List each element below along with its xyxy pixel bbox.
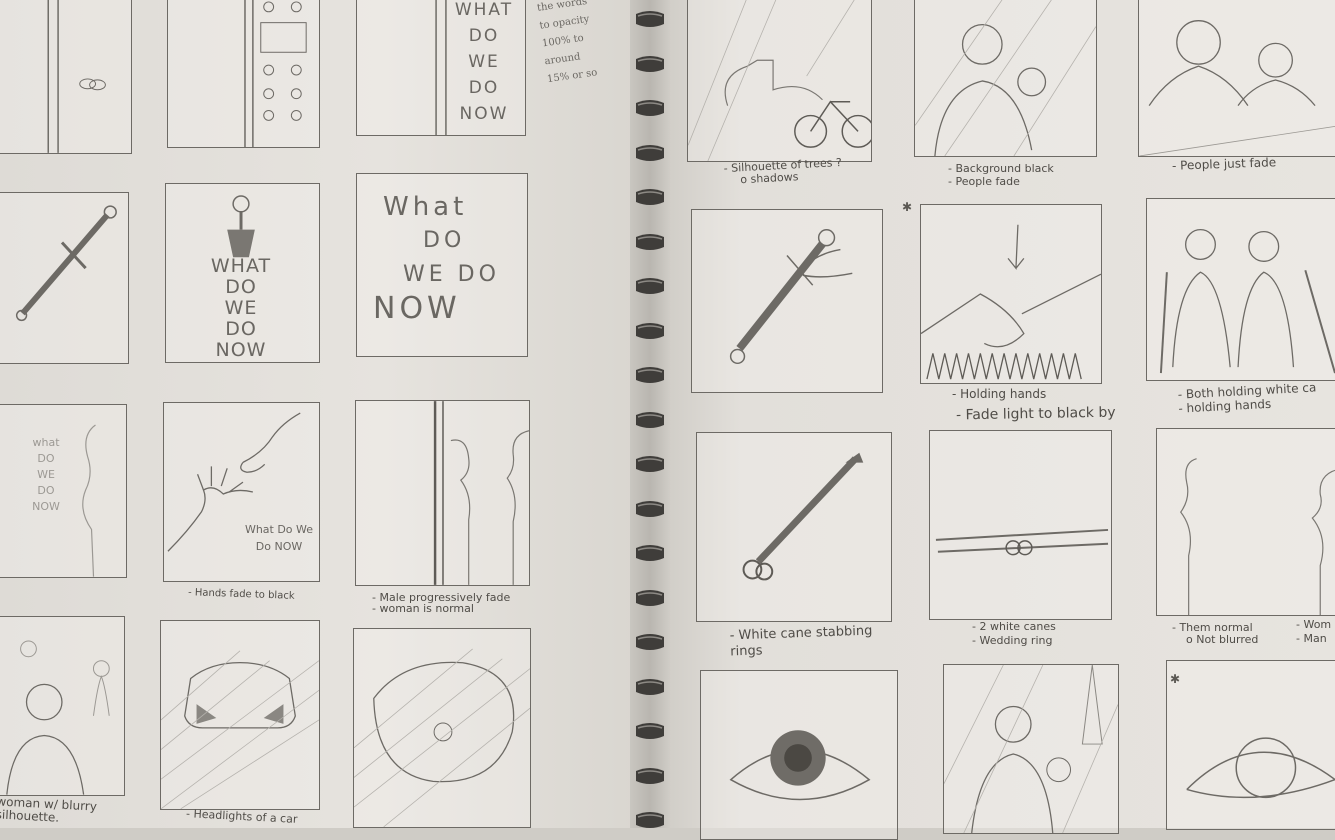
dagger-word: WHAT [210,255,272,277]
spiral-coil [636,723,664,739]
caption-background-black: - Background black - People fade [948,162,1054,188]
dagger-word: WE [224,297,258,319]
spiral-coil [636,411,664,428]
caption-line: - Man [1296,632,1327,645]
faded-word: what [32,436,60,449]
dagger-word: DO [225,318,257,340]
caption-holding-hands: - Holding hands [952,387,1047,401]
frame-elevator-words: WHAT DO WE DO NOW [356,0,526,136]
elevator-word: WE [468,52,500,72]
spiral-coil [636,367,664,383]
spiral-coil [636,545,664,561]
caption-white-cane: - White cane stabbing rings [729,624,873,661]
frame-faded-words-silhouette: what DO WE DO NOW [0,404,127,578]
frame-title-words: What DO WE DO NOW [356,173,528,357]
frame-white-cane-stabbing-rings [696,432,892,622]
frame-elevator-panel [167,0,320,148]
caption-line: - Wedding ring [972,634,1053,647]
frame-woman-blurry-crowd [0,616,125,796]
caption-them-normal: - Them normal o Not blurred [1172,622,1258,646]
spiral-coil [636,456,664,472]
spiral-coil [636,100,664,116]
spiral-coil [636,189,664,205]
caption-line: - Background black [948,162,1054,175]
caption-woman-blurry: woman w/ blurry silhouette. [0,794,97,826]
spiral-coil [636,233,664,250]
frame-door-silhouettes [355,400,530,586]
frame-holding-hands [920,204,1102,384]
frame-baby-in-womb [353,628,531,828]
title-word-line: NOW [373,291,461,326]
title-word-line: WE DO [403,262,500,287]
caption-wom-man: - Wom - Man [1296,618,1331,646]
elevator-word: WHAT [454,0,514,20]
caption-line: - woman is normal [372,602,474,615]
frame-eye-closeup [700,670,898,840]
caption-fade-light: - Fade light to black by [955,404,1116,424]
spiral-coil [636,144,664,161]
faded-word: WE [37,468,55,481]
side-note: the words to opacity 100% to around 15% … [536,0,628,89]
spiral-coil [636,322,664,339]
faded-word: NOW [32,500,60,513]
elevator-word: DO [468,26,500,46]
spiral-coil [636,500,664,517]
caption-male-fade: - Male progressively fade - woman is nor… [372,592,510,614]
caption-line: - 2 white canes [972,620,1056,633]
frame-couple-trees [943,664,1119,834]
dagger-word: DO [225,276,257,298]
frame-trees-bicycle [687,0,872,162]
spiral-coil [636,678,664,695]
frame-dagger-diagonal [0,192,129,364]
frame-two-canes-wedding-ring [929,430,1112,620]
frame-both-holding-canes [1146,198,1335,381]
caption-two-canes: - 2 white canes - Wedding ring [972,620,1056,648]
frame-hand-holding-dagger [691,209,883,393]
frame-elevator-doors-ring [0,0,132,154]
hands-word: Do NOW [255,540,303,553]
title-word-line: DO [423,228,466,253]
spiral-coil [636,278,664,294]
frame-them-normal-silhouettes [1156,428,1335,616]
frame-reaching-hands: What Do We Do NOW [163,402,320,582]
elevator-word: DO [468,78,500,98]
frame-dagger-vertical-words: WHAT DO WE DO NOW [165,183,320,363]
frame-people-fade [1138,0,1335,157]
elevator-word: NOW [459,104,509,124]
spiral-coil [636,634,664,650]
spiral-coil [636,589,664,606]
frame-couple-background-black [914,0,1097,157]
spiral-coil [636,767,664,784]
spiral-coil [636,11,664,27]
caption-line: o Not blurred [1186,633,1259,646]
star-mark: ✱ [902,200,913,214]
title-word-line: What [383,192,468,222]
caption-line: - Wom [1296,618,1332,631]
faded-word: DO [37,484,55,497]
frame-eye-reflection [1166,660,1335,830]
star-mark: ✱ [1170,672,1181,686]
caption-line: - People fade [948,175,1020,188]
faded-word: DO [37,452,55,465]
spiral-coil [636,55,664,72]
dagger-word: NOW [215,339,267,361]
hands-word: What Do We [244,523,314,536]
frame-car-headlights [160,620,320,810]
